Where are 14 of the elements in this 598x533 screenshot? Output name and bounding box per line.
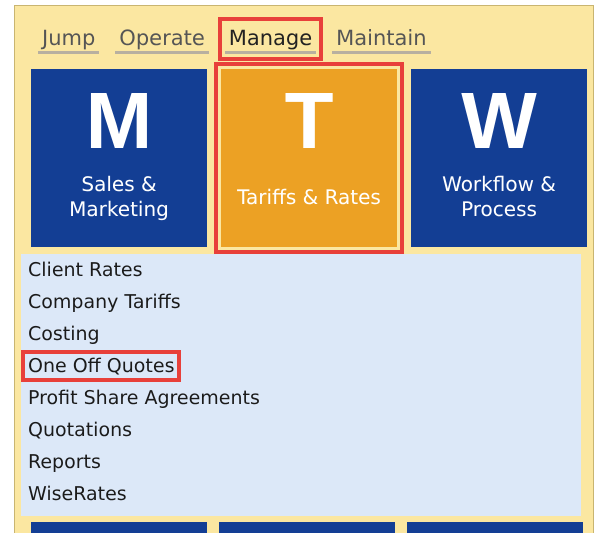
category-tile[interactable]: W Workflow & Process [411, 69, 587, 247]
submenu-item[interactable]: Costing [28, 322, 100, 346]
nav-tab[interactable]: Operate [115, 24, 209, 54]
submenu-item[interactable]: Reports [28, 450, 101, 474]
submenu-item[interactable]: Company Tariffs [28, 290, 181, 314]
nav-tab[interactable]: Maintain [332, 24, 431, 54]
nav-tab[interactable]: Manage [224, 24, 316, 54]
category-tile[interactable]: M Sales & Marketing [31, 69, 207, 247]
nav-tab[interactable]: Jump [38, 24, 100, 54]
submenu-item[interactable]: Client Rates [28, 258, 143, 282]
submenu-item[interactable]: Quotations [28, 418, 132, 442]
submenu-item[interactable]: WiseRates [28, 482, 127, 506]
submenu-item[interactable]: One Off Quotes [28, 354, 174, 378]
submenu-item[interactable]: Profit Share Agreements [28, 386, 260, 410]
